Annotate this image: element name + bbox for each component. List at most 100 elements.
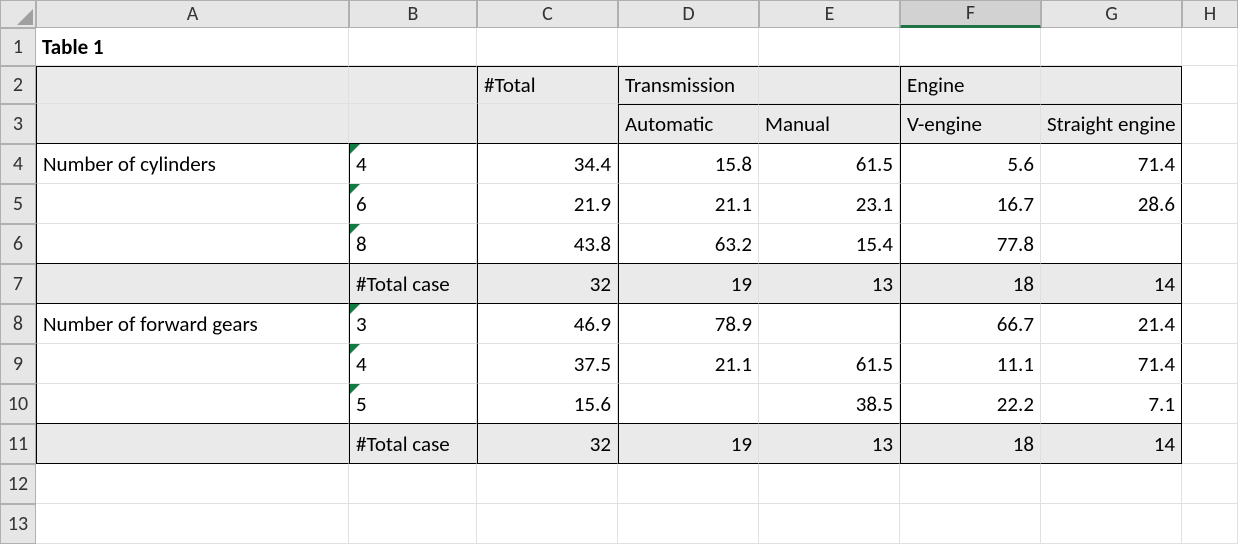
cell-D10[interactable]	[618, 384, 759, 424]
cell-A13[interactable]	[36, 504, 349, 544]
cell-E3[interactable]: Manual	[759, 104, 900, 144]
row-header-12[interactable]: 12	[0, 464, 36, 504]
cell-H4[interactable]	[1182, 144, 1238, 184]
cell-C5[interactable]: 21.9	[477, 184, 618, 224]
cell-H11[interactable]	[1182, 424, 1238, 464]
cell-C2[interactable]: #Total	[477, 66, 618, 104]
cell-H10[interactable]	[1182, 384, 1238, 424]
cell-H8[interactable]	[1182, 304, 1238, 344]
cell-H7[interactable]	[1182, 264, 1238, 304]
select-all-corner[interactable]	[0, 0, 36, 28]
row-header-9[interactable]: 9	[0, 344, 36, 384]
row-header-8[interactable]: 8	[0, 304, 36, 344]
cell-H9[interactable]	[1182, 344, 1238, 384]
cell-E2[interactable]	[759, 66, 900, 104]
cell-H3[interactable]	[1182, 104, 1238, 144]
cell-A4[interactable]: Number of cylinders	[36, 144, 349, 184]
cell-B6[interactable]: 8	[349, 224, 477, 264]
cell-G1[interactable]	[1041, 28, 1182, 66]
cell-D4[interactable]: 15.8	[618, 144, 759, 184]
cell-C7[interactable]: 32	[477, 264, 618, 304]
cell-A6[interactable]	[36, 224, 349, 264]
row-header-11[interactable]: 11	[0, 424, 36, 464]
cell-G9[interactable]: 71.4	[1041, 344, 1182, 384]
cell-F10[interactable]: 22.2	[900, 384, 1041, 424]
row-header-4[interactable]: 4	[0, 144, 36, 184]
cell-A10[interactable]	[36, 384, 349, 424]
cell-E7[interactable]: 13	[759, 264, 900, 304]
cell-F11[interactable]: 18	[900, 424, 1041, 464]
cell-B5[interactable]: 6	[349, 184, 477, 224]
cell-F2[interactable]: Engine	[900, 66, 1041, 104]
cell-B3[interactable]	[349, 104, 477, 144]
cell-B10[interactable]: 5	[349, 384, 477, 424]
cell-B13[interactable]	[349, 504, 477, 544]
cell-G8[interactable]: 21.4	[1041, 304, 1182, 344]
cell-G12[interactable]	[1041, 464, 1182, 504]
cell-F3[interactable]: V-engine	[900, 104, 1041, 144]
cell-H13[interactable]	[1182, 504, 1238, 544]
cell-F13[interactable]	[900, 504, 1041, 544]
cell-D5[interactable]: 21.1	[618, 184, 759, 224]
cell-E4[interactable]: 61.5	[759, 144, 900, 184]
cell-C3[interactable]	[477, 104, 618, 144]
cell-F8[interactable]: 66.7	[900, 304, 1041, 344]
cell-G2[interactable]	[1041, 66, 1182, 104]
cell-G4[interactable]: 71.4	[1041, 144, 1182, 184]
cell-D7[interactable]: 19	[618, 264, 759, 304]
cell-E8[interactable]	[759, 304, 900, 344]
cell-H5[interactable]	[1182, 184, 1238, 224]
col-header-G[interactable]: G	[1041, 0, 1182, 28]
cell-E1[interactable]	[759, 28, 900, 66]
cell-D12[interactable]	[618, 464, 759, 504]
cell-H2[interactable]	[1182, 66, 1238, 104]
cell-A11[interactable]	[36, 424, 349, 464]
row-header-13[interactable]: 13	[0, 504, 36, 544]
cell-F5[interactable]: 16.7	[900, 184, 1041, 224]
cell-G10[interactable]: 7.1	[1041, 384, 1182, 424]
cell-D8[interactable]: 78.9	[618, 304, 759, 344]
cell-C13[interactable]	[477, 504, 618, 544]
cell-B1[interactable]	[349, 28, 477, 66]
col-header-F[interactable]: F	[900, 0, 1041, 28]
cell-D2[interactable]: Transmission	[618, 66, 759, 104]
cell-A12[interactable]	[36, 464, 349, 504]
cell-E13[interactable]	[759, 504, 900, 544]
cell-F7[interactable]: 18	[900, 264, 1041, 304]
cell-E11[interactable]: 13	[759, 424, 900, 464]
cell-C8[interactable]: 46.9	[477, 304, 618, 344]
cell-D13[interactable]	[618, 504, 759, 544]
col-header-D[interactable]: D	[618, 0, 759, 28]
cell-D3[interactable]: Automatic	[618, 104, 759, 144]
cell-G13[interactable]	[1041, 504, 1182, 544]
cell-B12[interactable]	[349, 464, 477, 504]
cell-F12[interactable]	[900, 464, 1041, 504]
cell-F1[interactable]	[900, 28, 1041, 66]
cell-A1[interactable]: Table 1	[36, 28, 349, 66]
cell-D11[interactable]: 19	[618, 424, 759, 464]
cell-B8[interactable]: 3	[349, 304, 477, 344]
cell-A7[interactable]	[36, 264, 349, 304]
row-header-1[interactable]: 1	[0, 28, 36, 66]
col-header-A[interactable]: A	[36, 0, 349, 28]
cell-H1[interactable]	[1182, 28, 1238, 66]
cell-C6[interactable]: 43.8	[477, 224, 618, 264]
cell-C9[interactable]: 37.5	[477, 344, 618, 384]
cell-F4[interactable]: 5.6	[900, 144, 1041, 184]
cell-G11[interactable]: 14	[1041, 424, 1182, 464]
cell-A2[interactable]	[36, 66, 349, 104]
cell-E5[interactable]: 23.1	[759, 184, 900, 224]
cell-A5[interactable]	[36, 184, 349, 224]
col-header-H[interactable]: H	[1182, 0, 1238, 28]
cell-E12[interactable]	[759, 464, 900, 504]
cell-D6[interactable]: 63.2	[618, 224, 759, 264]
cell-F6[interactable]: 77.8	[900, 224, 1041, 264]
cell-F9[interactable]: 11.1	[900, 344, 1041, 384]
cell-A8[interactable]: Number of forward gears	[36, 304, 349, 344]
cell-E10[interactable]: 38.5	[759, 384, 900, 424]
cell-E9[interactable]: 61.5	[759, 344, 900, 384]
cell-D1[interactable]	[618, 28, 759, 66]
cell-G3[interactable]: Straight engine	[1041, 104, 1182, 144]
cell-H12[interactable]	[1182, 464, 1238, 504]
cell-B2[interactable]	[349, 66, 477, 104]
